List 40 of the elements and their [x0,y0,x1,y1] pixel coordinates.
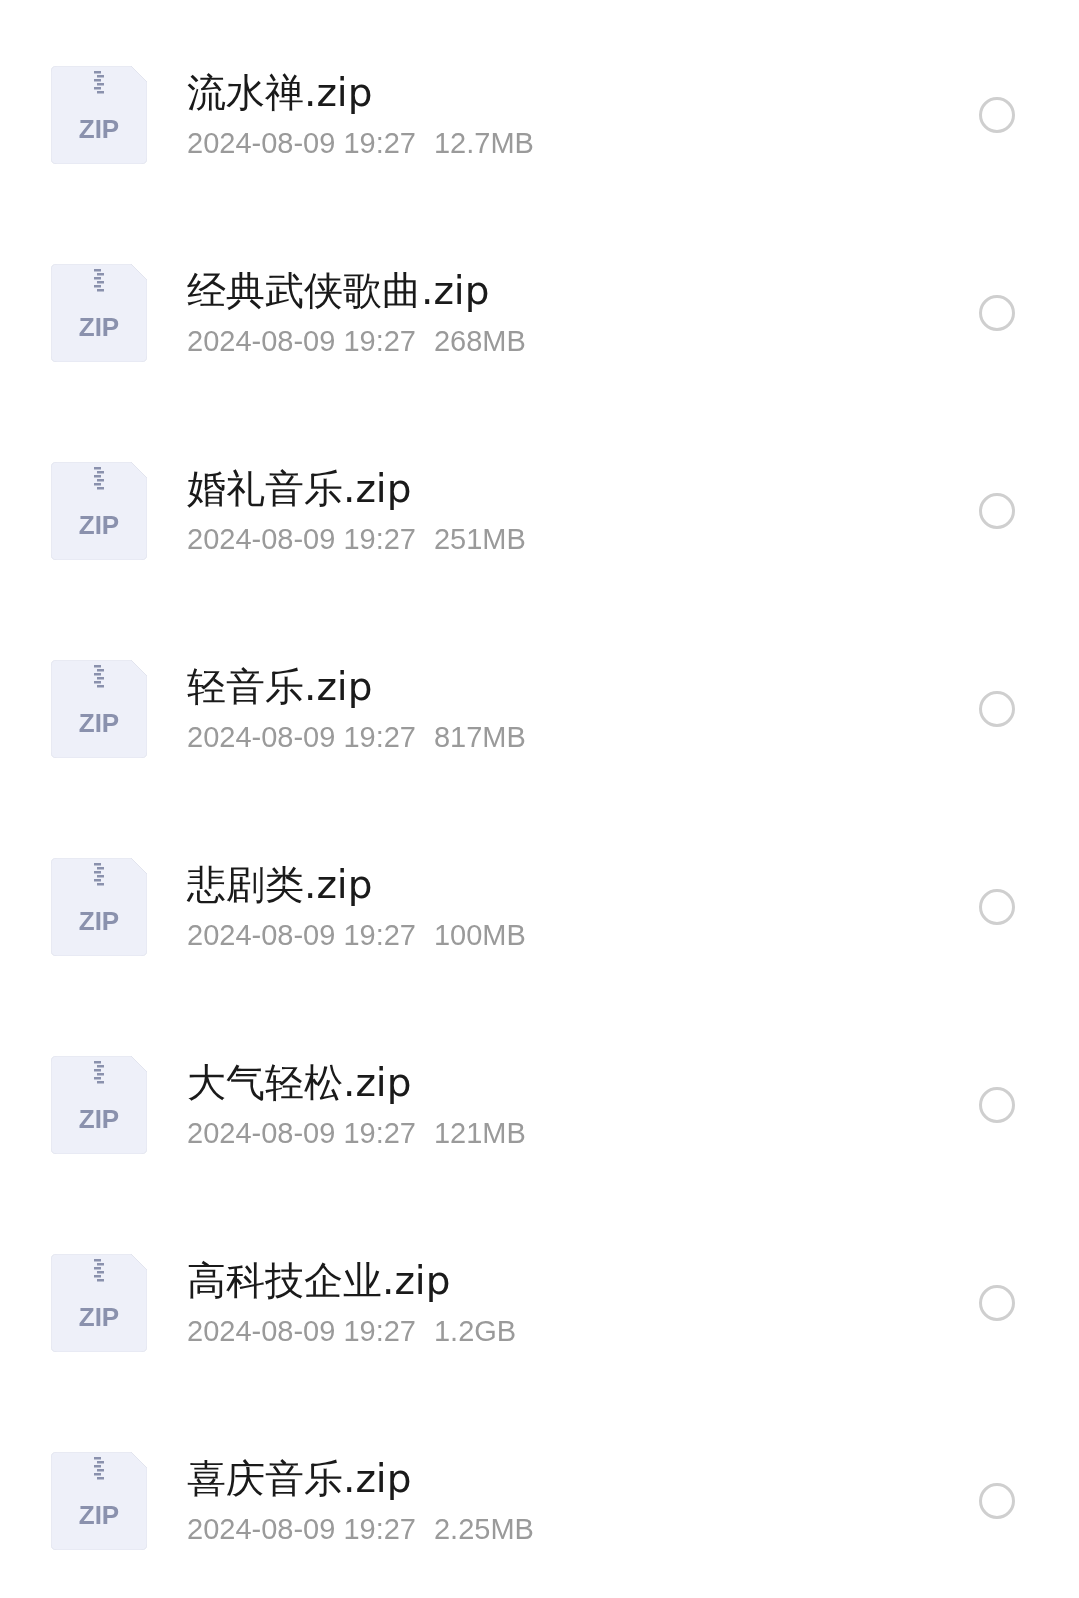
file-name[interactable]: 大气轻松.zip [187,1059,979,1107]
zip-label: ZIP [78,1104,120,1134]
file-date: 2024-08-09 19:27 [187,522,416,557]
select-radio[interactable] [979,1483,1015,1519]
select-radio[interactable] [979,889,1015,925]
zip-label: ZIP [78,1500,120,1530]
zip-label: ZIP [78,114,120,144]
file-size: 12.7MB [434,126,534,161]
file-name[interactable]: 悲剧类.zip [187,861,979,909]
file-date: 2024-08-09 19:27 [187,1116,416,1151]
file-size: 100MB [434,918,526,953]
file-date: 2024-08-09 19:27 [187,720,416,755]
file-name[interactable]: 婚礼音乐.zip [187,465,979,513]
file-size: 121MB [434,1116,526,1151]
zip-label: ZIP [78,312,120,342]
zip-label: ZIP [78,510,120,540]
select-radio[interactable] [979,295,1015,331]
file-name[interactable]: 经典武侠歌曲.zip [187,267,979,315]
select-radio[interactable] [979,691,1015,727]
file-size: 817MB [434,720,526,755]
file-date: 2024-08-09 19:27 [187,1314,416,1349]
file-size: 251MB [434,522,526,557]
file-date: 2024-08-09 19:27 [187,324,416,359]
file-name[interactable]: 高科技企业.zip [187,1257,979,1305]
file-size: 2.25MB [434,1512,534,1547]
file-size: 1.2GB [434,1314,517,1349]
file-date: 2024-08-09 19:27 [187,126,416,161]
file-name[interactable]: 喜庆音乐.zip [187,1455,979,1503]
select-radio[interactable] [979,493,1015,529]
file-date: 2024-08-09 19:27 [187,1512,416,1547]
file-size: 268MB [434,324,526,359]
zip-label: ZIP [78,906,120,936]
file-date: 2024-08-09 19:27 [187,918,416,953]
select-radio[interactable] [979,1285,1015,1321]
zip-label: ZIP [78,1302,120,1332]
select-radio[interactable] [979,97,1015,133]
zip-label: ZIP [78,708,120,738]
file-name[interactable]: 轻音乐.zip [187,663,979,711]
file-name[interactable]: 流水禅.zip [187,69,979,117]
select-radio[interactable] [979,1087,1015,1123]
